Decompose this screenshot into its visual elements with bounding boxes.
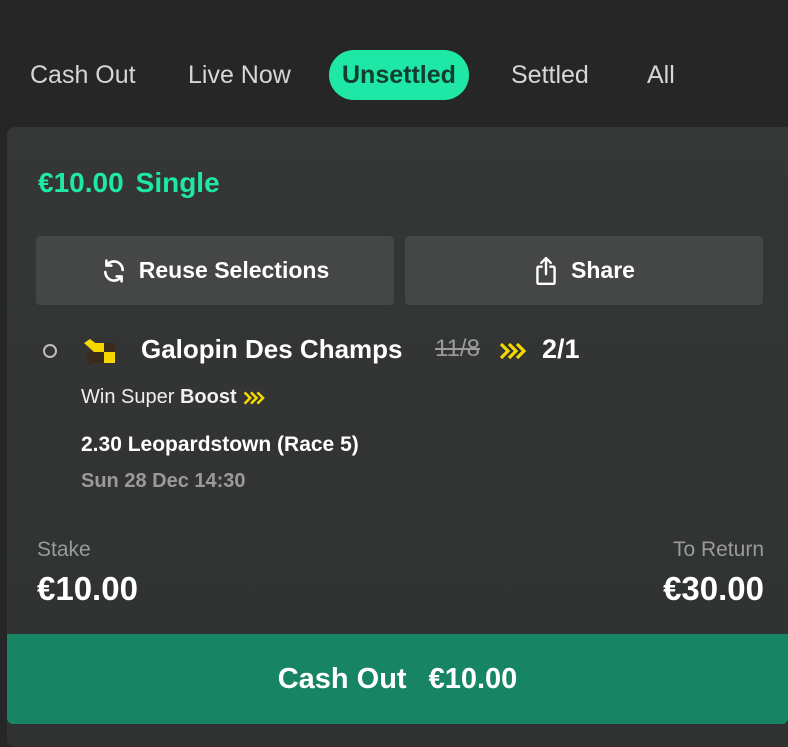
cash-out-label: Cash Out (277, 662, 407, 695)
market-boost-label: Boost (179, 386, 237, 408)
tab-live-now[interactable]: Live Now (188, 48, 291, 102)
cash-out-button[interactable]: Cash Out €10.00 (7, 634, 788, 724)
to-return-label: To Return (672, 538, 764, 561)
boosted-odds: 2/1 (542, 334, 580, 364)
share-icon (536, 256, 556, 285)
stake-label: Stake (37, 538, 91, 561)
share-label: Share (571, 257, 635, 283)
stake-value: €10.00 (37, 570, 138, 607)
bet-type: Single (135, 167, 220, 198)
share-button[interactable]: Share (405, 236, 763, 305)
refresh-icon (103, 258, 124, 283)
jockey-silks-icon (84, 339, 115, 365)
tab-all[interactable]: All (647, 48, 675, 102)
tab-cash-out[interactable]: Cash Out (30, 48, 136, 102)
boost-arrows-icon (243, 391, 265, 405)
selection-status-indicator (43, 344, 57, 358)
reuse-selections-label: Reuse Selections (138, 257, 330, 283)
selection-row: Galopin Des Champs 11/8 2/1 (43, 332, 783, 372)
event-time: Sun 28 Dec 14:30 (81, 470, 246, 492)
original-odds: 11/8 (435, 335, 480, 362)
cash-out-value: €10.00 (428, 662, 518, 695)
tab-settled[interactable]: Settled (511, 48, 589, 102)
event-name: 2.30 Leopardstown (Race 5) (81, 433, 359, 456)
bet-stake-amount: €10.00 (38, 167, 124, 198)
market-prefix: Win Super (81, 386, 175, 408)
boost-arrows-icon (499, 342, 527, 360)
market-name: Win Super Boost (81, 386, 267, 409)
reuse-selections-button[interactable]: Reuse Selections (36, 236, 394, 305)
to-return-value: €30.00 (663, 570, 764, 607)
bet-tabs: Cash Out Live Now Unsettled Settled All (0, 48, 788, 102)
tab-unsettled[interactable]: Unsettled (329, 50, 469, 100)
horse-name: Galopin Des Champs (141, 334, 403, 364)
bet-title: €10.00 Single (38, 167, 232, 199)
